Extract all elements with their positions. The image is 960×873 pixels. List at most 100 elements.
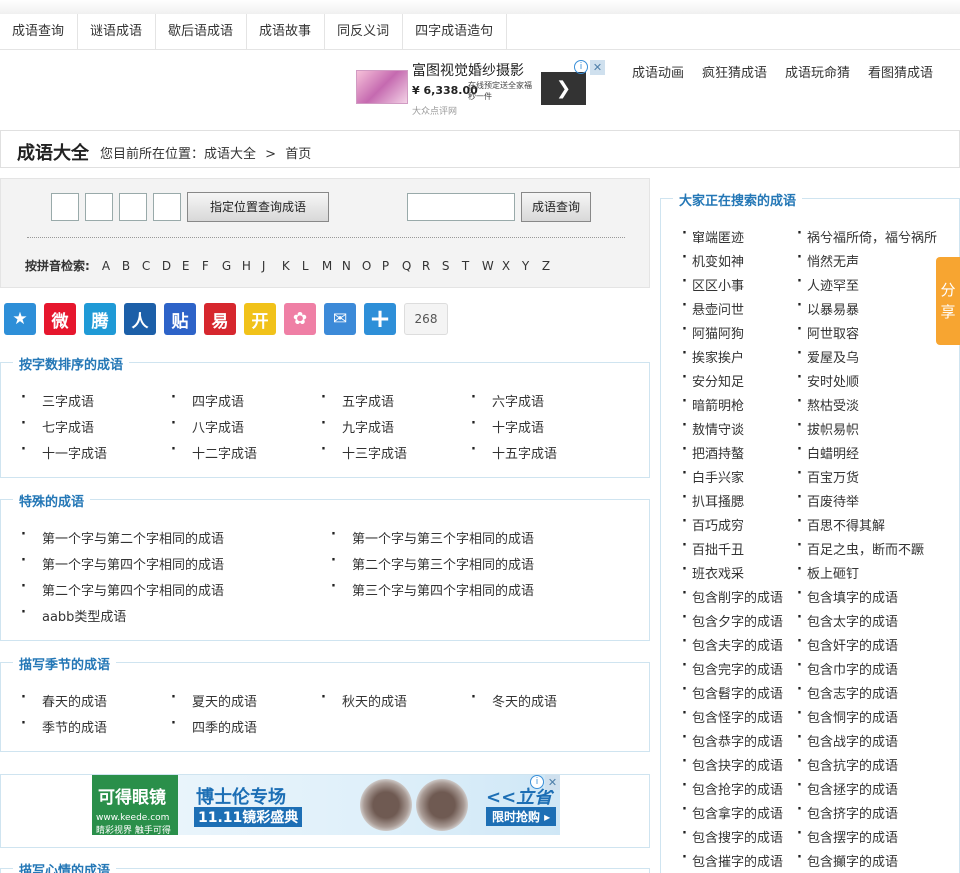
link-animation[interactable]: 成语动画	[632, 62, 684, 81]
middle-ad[interactable]: 可得眼镜 www.keede.com 睛彩视界 触手可得 博士伦专场 11.11镜…	[0, 774, 650, 848]
pinyin-letter[interactable]: A	[102, 259, 122, 273]
sidebar-item[interactable]: 百巧成穷	[682, 514, 744, 534]
list-item[interactable]: 九字成语	[321, 416, 394, 436]
list-item[interactable]: 冬天的成语	[471, 690, 557, 710]
sidebar-item[interactable]: 百思不得其解	[797, 514, 885, 534]
sidebar-item[interactable]: 板上砸钉	[797, 562, 859, 582]
pinyin-letter[interactable]: B	[122, 259, 142, 273]
ad-close-icon[interactable]: ✕	[545, 775, 560, 790]
list-item[interactable]: 第一个字与第二个字相同的成语	[21, 527, 224, 547]
pinyin-letter[interactable]: P	[382, 259, 402, 273]
link-guess-game[interactable]: 成语玩命猜	[785, 62, 850, 81]
flower-icon[interactable]: ✿	[284, 303, 316, 335]
sidebar-item[interactable]: 包含摆字的成语	[797, 826, 898, 846]
list-item[interactable]: 十二字成语	[171, 442, 257, 462]
sidebar-item[interactable]: 扒耳搔腮	[682, 490, 744, 510]
qzone-icon[interactable]: ★	[4, 303, 36, 335]
sidebar-item[interactable]: 悬壶问世	[682, 298, 744, 318]
list-item[interactable]: 十一字成语	[21, 442, 107, 462]
char-input-4[interactable]	[153, 193, 181, 221]
nav-item-sentence[interactable]: 四字成语造句	[403, 14, 508, 50]
list-item[interactable]: 第一个字与第三个字相同的成语	[331, 527, 534, 547]
char-input-2[interactable]	[85, 193, 113, 221]
sidebar-item[interactable]: 百拙千丑	[682, 538, 744, 558]
email-icon[interactable]: ✉	[324, 303, 356, 335]
pinyin-letter[interactable]: Y	[522, 259, 542, 273]
sidebar-item[interactable]: 熬枯受淡	[797, 394, 859, 414]
nav-item-riddle[interactable]: 谜语成语	[78, 14, 157, 50]
sidebar-item[interactable]: 包含攧字的成语	[797, 850, 898, 870]
list-item[interactable]: 十三字成语	[321, 442, 407, 462]
tieba-icon[interactable]: 贴	[164, 303, 196, 335]
sidebar-item[interactable]: 包含拿字的成语	[682, 802, 783, 822]
list-item[interactable]: 四字成语	[171, 390, 244, 410]
list-item[interactable]: 五字成语	[321, 390, 394, 410]
sidebar-item[interactable]: 包含夫字的成语	[682, 634, 783, 654]
list-item[interactable]: 七字成语	[21, 416, 94, 436]
sidebar-item[interactable]: 包含髫字的成语	[682, 682, 783, 702]
floating-share-button[interactable]: 分 享	[936, 257, 960, 345]
keyword-input[interactable]	[407, 193, 515, 221]
pinyin-letter[interactable]: J	[262, 259, 282, 273]
pinyin-letter[interactable]: W	[482, 259, 502, 273]
sidebar-item[interactable]: 百宝万货	[797, 466, 859, 486]
link-crazy-guess[interactable]: 疯狂猜成语	[702, 62, 767, 81]
sidebar-item[interactable]: 人迹罕至	[797, 274, 859, 294]
sidebar-item[interactable]: 包含抉字的成语	[682, 754, 783, 774]
pinyin-letter[interactable]: Z	[542, 259, 562, 273]
sidebar-item[interactable]: 挨家挨户	[682, 346, 744, 366]
sidebar-item[interactable]: 把酒持螯	[682, 442, 744, 462]
ad-close-icon[interactable]: ✕	[590, 60, 605, 75]
sidebar-item[interactable]: 安分知足	[682, 370, 744, 390]
list-item[interactable]: 春天的成语	[21, 690, 107, 710]
pinyin-letter[interactable]: E	[182, 259, 202, 273]
pinyin-letter[interactable]: S	[442, 259, 462, 273]
sidebar-item[interactable]: 安时处顺	[797, 370, 859, 390]
ad-banner-image[interactable]: 可得眼镜 www.keede.com 睛彩视界 触手可得 博士伦专场 11.11镜…	[92, 775, 560, 836]
sidebar-item[interactable]: 包含志字的成语	[797, 682, 898, 702]
pinyin-letter[interactable]: M	[322, 259, 342, 273]
pinyin-letter[interactable]: H	[242, 259, 262, 273]
sidebar-item[interactable]: 悄然无声	[797, 250, 859, 270]
char-input-3[interactable]	[119, 193, 147, 221]
nav-item-query[interactable]: 成语查询	[0, 14, 79, 50]
sidebar-item[interactable]: 包含填字的成语	[797, 586, 898, 606]
pinyin-letter[interactable]: N	[342, 259, 362, 273]
idiom-search-button[interactable]: 成语查询	[521, 192, 591, 222]
sidebar-item[interactable]: 包含摧字的成语	[682, 850, 783, 870]
pinyin-letter[interactable]: G	[222, 259, 242, 273]
list-item[interactable]: 第一个字与第四个字相同的成语	[21, 553, 224, 573]
list-item[interactable]: 夏天的成语	[171, 690, 257, 710]
sidebar-item[interactable]: 拔帜易帜	[797, 418, 859, 438]
sidebar-item[interactable]: 窜端匿迹	[682, 226, 744, 246]
pinyin-letter[interactable]: X	[502, 259, 522, 273]
pinyin-letter[interactable]: C	[142, 259, 162, 273]
position-search-button[interactable]: 指定位置查询成语	[187, 192, 329, 222]
list-item[interactable]: 十字成语	[471, 416, 544, 436]
breadcrumb-home-link[interactable]: 成语大全	[204, 147, 256, 162]
sidebar-item[interactable]: 班衣戏采	[682, 562, 744, 582]
pinyin-letter[interactable]: T	[462, 259, 482, 273]
list-item[interactable]: 四季的成语	[171, 716, 257, 736]
sidebar-item[interactable]: 包含太字的成语	[797, 610, 898, 630]
sidebar-item[interactable]: 区区小事	[682, 274, 744, 294]
nav-item-xiehouyu[interactable]: 歇后语成语	[156, 14, 248, 50]
sidebar-item[interactable]: 机变如神	[682, 250, 744, 270]
top-ad-banner[interactable]: 富图视觉婚纱摄影 ¥ 6,338.00 在线预定送全家福秒一件 大众点评网 ❯ …	[356, 60, 606, 118]
list-item[interactable]: 十五字成语	[471, 442, 557, 462]
sidebar-item[interactable]: 包含怪字的成语	[682, 706, 783, 726]
tencent-weibo-icon[interactable]: 腾	[84, 303, 116, 335]
sidebar-item[interactable]: 白手兴家	[682, 466, 744, 486]
sidebar-item[interactable]: 包含恭字的成语	[682, 730, 783, 750]
list-item[interactable]: 八字成语	[171, 416, 244, 436]
sidebar-item[interactable]: 百足之虫，断而不蹶	[797, 538, 924, 558]
ad-info-icon[interactable]: i	[530, 775, 544, 789]
pinyin-letter[interactable]: O	[362, 259, 382, 273]
ad-info-icon[interactable]: i	[574, 60, 588, 74]
list-item[interactable]: 季节的成语	[21, 716, 107, 736]
renren-icon[interactable]: 人	[124, 303, 156, 335]
sidebar-item[interactable]: 白蜡明经	[797, 442, 859, 462]
share-count[interactable]: 268	[404, 303, 448, 335]
kaixin-icon[interactable]: 开	[244, 303, 276, 335]
sidebar-item[interactable]: 包含搜字的成语	[682, 826, 783, 846]
